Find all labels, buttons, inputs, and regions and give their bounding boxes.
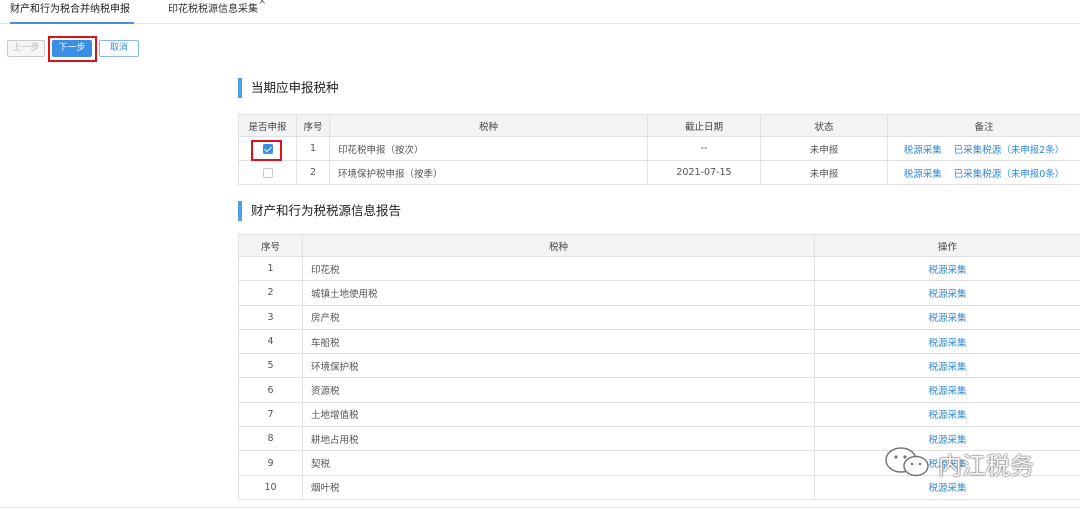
next-step-button[interactable]: 下一步 — [52, 40, 92, 57]
tax-type: 印花税 — [302, 255, 815, 282]
tax-type: 印花税申报（按次） — [329, 136, 648, 161]
table-header-row: 序号 税种 操作 — [238, 234, 1080, 257]
row-number: 5 — [238, 353, 303, 379]
status-text: 未申报 — [760, 160, 888, 185]
source-collect-link[interactable]: 税源采集 — [904, 169, 942, 180]
collected-sources-link[interactable]: 已采集税源（未申报2条） — [954, 145, 1065, 156]
source-collect-link[interactable]: 税源采集 — [814, 255, 1080, 282]
deadline: -- — [647, 136, 761, 161]
remark-cell: 税源采集 已采集税源（未申报2条） — [887, 136, 1080, 161]
column-header: 备注 — [887, 114, 1080, 137]
tax-type: 车船税 — [302, 328, 815, 355]
row-number: 2 — [238, 280, 303, 306]
cancel-button[interactable]: 取消 — [99, 40, 139, 57]
tax-type: 耕地占用税 — [302, 426, 815, 452]
column-header: 是否申报 — [238, 114, 297, 137]
current-taxes-table: 是否申报 序号 税种 截止日期 状态 备注 1 印花税申报（按次） -- 未申报… — [238, 114, 1080, 185]
tax-type: 环境保护税 — [302, 353, 815, 379]
table-row: 7 土地增值税 税源采集 — [238, 401, 1080, 428]
close-icon[interactable]: × — [258, 0, 266, 7]
status-text: 未申报 — [760, 136, 888, 161]
table-row: 6 资源税 税源采集 — [238, 377, 1080, 403]
table-row: 2 城镇土地使用税 税源采集 — [238, 280, 1080, 306]
column-header: 序号 — [296, 114, 330, 137]
column-header: 序号 — [238, 234, 303, 257]
section-title-source-report: 财产和行为税税源信息报告 — [238, 201, 401, 221]
source-collect-link[interactable]: 税源采集 — [814, 377, 1080, 403]
table-row: 8 耕地占用税 税源采集 — [238, 426, 1080, 452]
tax-type: 环境保护税申报（按季） — [329, 160, 648, 185]
table-row: 1 印花税 税源采集 — [238, 255, 1080, 282]
source-collect-link[interactable]: 税源采集 — [814, 450, 1080, 476]
declare-checkbox[interactable] — [262, 167, 273, 178]
row-number: 7 — [238, 401, 303, 428]
row-number: 4 — [238, 328, 303, 355]
column-header: 税种 — [302, 234, 815, 257]
tax-type: 土地增值税 — [302, 401, 815, 428]
source-collect-link[interactable]: 税源采集 — [904, 145, 942, 156]
row-number: 1 — [296, 136, 330, 161]
source-collect-link[interactable]: 税源采集 — [814, 353, 1080, 379]
table-row: 10 烟叶税 税源采集 — [238, 474, 1080, 500]
row-number: 8 — [238, 426, 303, 452]
table-row: 2 环境保护税申报（按季） 2021-07-15 未申报 税源采集 已采集税源（未… — [238, 160, 1080, 185]
prev-step-button[interactable]: 上一步 — [7, 40, 45, 57]
row-number: 6 — [238, 377, 303, 403]
table-row: 1 印花税申报（按次） -- 未申报 税源采集 已采集税源（未申报2条） — [238, 136, 1080, 161]
divider — [0, 507, 1080, 508]
tax-type: 房产税 — [302, 304, 815, 330]
table-header-row: 是否申报 序号 税种 截止日期 状态 备注 — [238, 114, 1080, 137]
row-number: 1 — [238, 255, 303, 282]
tax-type: 烟叶税 — [302, 474, 815, 500]
section-title-current-taxes: 当期应申报税种 — [238, 78, 339, 98]
column-header: 税种 — [329, 114, 648, 137]
source-collect-link[interactable]: 税源采集 — [814, 280, 1080, 306]
source-collect-link[interactable]: 税源采集 — [814, 474, 1080, 500]
column-header: 操作 — [814, 234, 1080, 257]
tax-type: 城镇土地使用税 — [302, 280, 815, 306]
tax-type: 契税 — [302, 450, 815, 476]
deadline: 2021-07-15 — [647, 160, 761, 185]
table-row: 3 房产税 税源采集 — [238, 304, 1080, 330]
source-collect-link[interactable]: 税源采集 — [814, 328, 1080, 355]
row-number: 10 — [238, 474, 303, 500]
source-collect-link[interactable]: 税源采集 — [814, 426, 1080, 452]
column-header: 状态 — [760, 114, 888, 137]
tab-combined-filing[interactable]: 财产和行为税合并纳税申报 — [10, 0, 134, 24]
row-number: 2 — [296, 160, 330, 185]
source-collect-link[interactable]: 税源采集 — [814, 401, 1080, 428]
row-number: 9 — [238, 450, 303, 476]
column-header: 截止日期 — [647, 114, 761, 137]
source-report-table: 序号 税种 操作 1 印花税 税源采集 2 城镇土地使用税 税源采集 3 房产税 税源采集 … — [238, 234, 1080, 500]
table-row: 9 契税 税源采集 — [238, 450, 1080, 476]
table-row: 4 车船税 税源采集 — [238, 328, 1080, 355]
tax-type: 资源税 — [302, 377, 815, 403]
collected-sources-link[interactable]: 已采集税源（未申报0条） — [954, 169, 1065, 180]
remark-cell: 税源采集 已采集税源（未申报0条） — [887, 160, 1080, 185]
row-number: 3 — [238, 304, 303, 330]
table-row: 5 环境保护税 税源采集 — [238, 353, 1080, 379]
tab-bar: 财产和行为税合并纳税申报 印花税税源信息采集 × — [0, 0, 1080, 24]
tab-stamp-tax-source[interactable]: 印花税税源信息采集 — [168, 0, 258, 24]
source-collect-link[interactable]: 税源采集 — [814, 304, 1080, 330]
declare-checkbox[interactable] — [262, 143, 273, 154]
